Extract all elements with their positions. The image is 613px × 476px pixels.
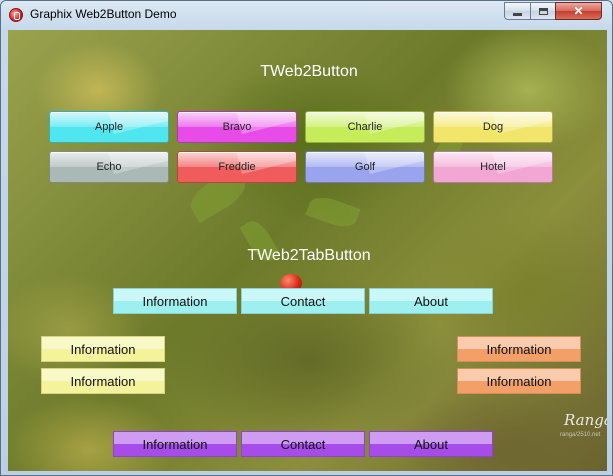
web2button-echo[interactable]: Echo — [49, 151, 169, 183]
tab-label: Contact — [280, 293, 326, 309]
top-tab-contact[interactable]: Contact — [241, 288, 365, 314]
tab-label: Information — [486, 341, 552, 357]
tab-label: About — [414, 436, 448, 452]
right-tab-information[interactable]: Information — [457, 336, 581, 362]
web2button-bravo[interactable]: Bravo — [177, 111, 297, 143]
tab-label: Information — [70, 341, 136, 357]
minimize-button[interactable] — [504, 2, 531, 20]
background-leaf — [305, 192, 361, 232]
watermark-logo: Ranga — [564, 411, 607, 429]
web2tabbutton-section-title: TWeb2TabButton — [247, 247, 371, 264]
close-button[interactable]: ✕ — [555, 2, 602, 20]
minimize-icon — [513, 12, 522, 16]
close-icon: ✕ — [573, 4, 584, 18]
web2button-label: Hotel — [480, 161, 506, 173]
title-bar[interactable]: Graphix Web2Button Demo ✕ — [1, 1, 612, 29]
right-tab-information[interactable]: Information — [457, 368, 581, 394]
web2button-freddie[interactable]: Freddie — [177, 151, 297, 183]
web2button-label: Charlie — [347, 121, 383, 133]
tab-label: Information — [70, 373, 136, 389]
web2button-apple[interactable]: Apple — [49, 111, 169, 143]
maximize-button[interactable] — [530, 2, 556, 20]
tab-label: Information — [142, 436, 208, 452]
bottom-tab-information[interactable]: Information — [113, 431, 237, 457]
bottom-tab-about[interactable]: About — [369, 431, 493, 457]
web2button-dog[interactable]: Dog — [433, 111, 553, 143]
web2button-label: Echo — [96, 161, 122, 173]
top-tab-about[interactable]: About — [369, 288, 493, 314]
web2button-golf[interactable]: Golf — [305, 151, 425, 183]
app-icon[interactable] — [9, 8, 23, 22]
window-title: Graphix Web2Button Demo — [30, 7, 177, 21]
client-area: TWeb2Button Apple Bravo Charlie Dog Echo Fred… — [8, 30, 607, 471]
web2button-charlie[interactable]: Charlie — [305, 111, 425, 143]
web2button-label: Golf — [354, 161, 376, 173]
tab-label: Information — [142, 293, 208, 309]
left-tab-information[interactable]: Information — [41, 336, 165, 362]
maximize-icon — [538, 7, 548, 15]
web2button-label: Bravo — [222, 121, 252, 133]
bottom-tab-contact[interactable]: Contact — [241, 431, 365, 457]
web2button-label: Dog — [482, 121, 504, 133]
web2button-label: Freddie — [218, 161, 256, 173]
left-tab-information[interactable]: Information — [41, 368, 165, 394]
app-window: Graphix Web2Button Demo ✕ TWeb2Button Ap… — [0, 0, 613, 476]
tab-label: Information — [486, 373, 552, 389]
watermark-subtext: ranga/2510.net — [560, 432, 601, 438]
web2button-hotel[interactable]: Hotel — [433, 151, 553, 183]
tab-label: Contact — [280, 436, 326, 452]
tab-label: About — [414, 293, 448, 309]
web2button-section-title: TWeb2Button — [260, 63, 358, 80]
top-tab-information[interactable]: Information — [113, 288, 237, 314]
web2button-label: Apple — [94, 121, 124, 133]
